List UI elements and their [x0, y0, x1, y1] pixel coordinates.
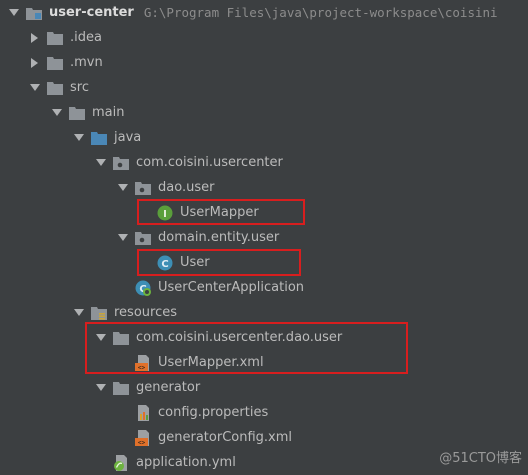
tree-item-usermapper[interactable]: I UserMapper — [0, 200, 528, 225]
tree-item-label: domain.entity.user — [158, 230, 280, 245]
chevron-down-icon[interactable] — [95, 332, 107, 344]
watermark: @51CTO博客 — [439, 451, 522, 466]
tree-item-user-center[interactable]: user-center G:\Program Files\java\projec… — [0, 0, 528, 25]
tree-item-label: UserMapper.xml — [158, 355, 264, 370]
svg-text:C: C — [161, 259, 168, 270]
folder-icon — [113, 330, 129, 346]
project-path: G:\Program Files\java\project-workspace\… — [143, 5, 498, 20]
tree-item-package-domain-entity-user[interactable]: domain.entity.user — [0, 225, 528, 250]
package-icon — [135, 230, 151, 246]
tree-item-label: .mvn — [70, 55, 103, 70]
chevron-down-icon[interactable] — [117, 182, 129, 194]
folder-icon — [47, 80, 63, 96]
tree-item-user-class[interactable]: C User — [0, 250, 528, 275]
spring-boot-class-icon: C — [135, 280, 151, 296]
svg-text:<>: <> — [138, 364, 146, 371]
chevron-down-icon[interactable] — [95, 382, 107, 394]
class-icon: C — [157, 255, 173, 271]
xml-file-icon: <> — [135, 429, 151, 446]
chevron-right-icon[interactable] — [29, 57, 41, 69]
resources-folder-icon — [91, 305, 107, 321]
chevron-down-icon[interactable] — [29, 82, 41, 94]
tree-item-label: com.coisini.usercenter.dao.user — [136, 330, 343, 345]
folder-icon — [47, 55, 63, 71]
tree-item-label: .idea — [70, 30, 102, 45]
tree-item-label: UserCenterApplication — [158, 280, 305, 295]
tree-item-mvn[interactable]: .mvn — [0, 50, 528, 75]
project-name: user-center — [49, 5, 134, 20]
folder-icon — [47, 30, 63, 46]
tree-item-java[interactable]: java — [0, 125, 528, 150]
package-icon — [113, 155, 129, 171]
tree-item-idea[interactable]: .idea — [0, 25, 528, 50]
project-folder-icon — [26, 5, 42, 21]
chevron-down-icon[interactable] — [95, 157, 107, 169]
tree-item-label: resources — [114, 305, 178, 320]
tree-item-generator[interactable]: generator — [0, 375, 528, 400]
tree-item-label: main — [92, 105, 125, 120]
chevron-right-icon[interactable] — [29, 32, 41, 44]
tree-item-label: src — [70, 80, 89, 95]
chevron-down-icon[interactable] — [73, 132, 85, 144]
svg-text:<>: <> — [138, 439, 146, 446]
chevron-down-icon[interactable] — [51, 107, 63, 119]
svg-text:I: I — [163, 209, 167, 220]
tree-item-usercenterapplication[interactable]: C UserCenterApplication — [0, 275, 528, 300]
tree-item-label: dao.user — [158, 180, 215, 195]
tree-item-package-usercenter[interactable]: com.coisini.usercenter — [0, 150, 528, 175]
folder-icon — [113, 380, 129, 396]
xml-file-icon: <> — [135, 354, 151, 371]
tree-item-resources[interactable]: resources — [0, 300, 528, 325]
interface-icon: I — [157, 205, 173, 221]
tree-item-label: User — [180, 255, 210, 270]
chevron-down-icon[interactable] — [8, 7, 20, 19]
folder-icon — [69, 105, 85, 121]
tree-item-main[interactable]: main — [0, 100, 528, 125]
tree-item-label: java — [114, 130, 142, 145]
chevron-down-icon[interactable] — [73, 307, 85, 319]
source-folder-icon — [91, 130, 107, 146]
tree-item-config-properties[interactable]: config.properties — [0, 400, 528, 425]
spring-yml-file-icon — [113, 454, 129, 471]
tree-item-resource-dir-dao-user[interactable]: com.coisini.usercenter.dao.user — [0, 325, 528, 350]
tree-item-label: generatorConfig.xml — [158, 430, 293, 445]
package-icon — [135, 180, 151, 196]
tree-item-label: generator — [136, 380, 201, 395]
tree-item-src[interactable]: src — [0, 75, 528, 100]
tree-item-label: config.properties — [158, 405, 269, 420]
tree-item-label: UserMapper — [180, 205, 259, 220]
chevron-down-icon[interactable] — [117, 232, 129, 244]
tree-item-usermapper-xml[interactable]: <> UserMapper.xml — [0, 350, 528, 375]
properties-file-icon — [135, 404, 151, 421]
tree-item-package-dao-user[interactable]: dao.user — [0, 175, 528, 200]
tree-item-label: application.yml — [136, 455, 236, 470]
tree-item-label: com.coisini.usercenter — [136, 155, 283, 170]
